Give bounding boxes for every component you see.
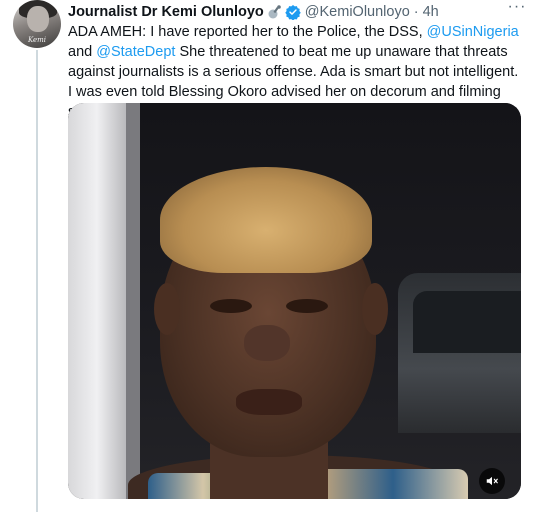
video-player[interactable] — [68, 103, 521, 499]
video-door — [68, 103, 126, 499]
thread-line — [36, 50, 38, 512]
video-right-eye — [286, 299, 328, 313]
mention-statedept[interactable]: @StateDept — [96, 44, 175, 60]
tweet[interactable]: Kemi Journalist Dr Kemi Olunloyo @KemiOl… — [0, 0, 533, 512]
verified-badge-icon — [285, 4, 301, 21]
avatar-caption: Kemi — [27, 36, 47, 44]
author-handle[interactable]: @KemiOlunloyo — [305, 4, 410, 20]
video-nose — [244, 325, 290, 361]
avatar-face — [27, 6, 49, 32]
more-options-icon[interactable]: ··· — [505, 0, 529, 20]
avatar[interactable]: Kemi — [13, 0, 61, 48]
timestamp[interactable]: 4h — [423, 4, 439, 20]
satellite-emoji-icon — [267, 4, 283, 20]
separator-dot: · — [413, 4, 419, 20]
video-left-ear — [154, 283, 180, 335]
video-hair — [160, 167, 372, 273]
mention-usinnigeria[interactable]: @USinNigeria — [427, 24, 519, 40]
tweet-text-part2: and — [68, 44, 97, 60]
video-mouth — [236, 389, 302, 415]
author-name[interactable]: Journalist Dr Kemi Olunloyo — [68, 4, 264, 20]
video-left-eye — [210, 299, 252, 313]
tweet-header: Journalist Dr Kemi Olunloyo @KemiOlunloy… — [68, 2, 439, 22]
video-car-window — [413, 291, 521, 353]
tweet-text-part1: ADA AMEH: I have reported her to the Pol… — [68, 24, 427, 40]
video-right-ear — [362, 283, 388, 335]
video-door-edge — [126, 103, 140, 499]
speaker-muted-icon[interactable] — [479, 468, 505, 494]
video-clothing-right — [318, 469, 468, 499]
